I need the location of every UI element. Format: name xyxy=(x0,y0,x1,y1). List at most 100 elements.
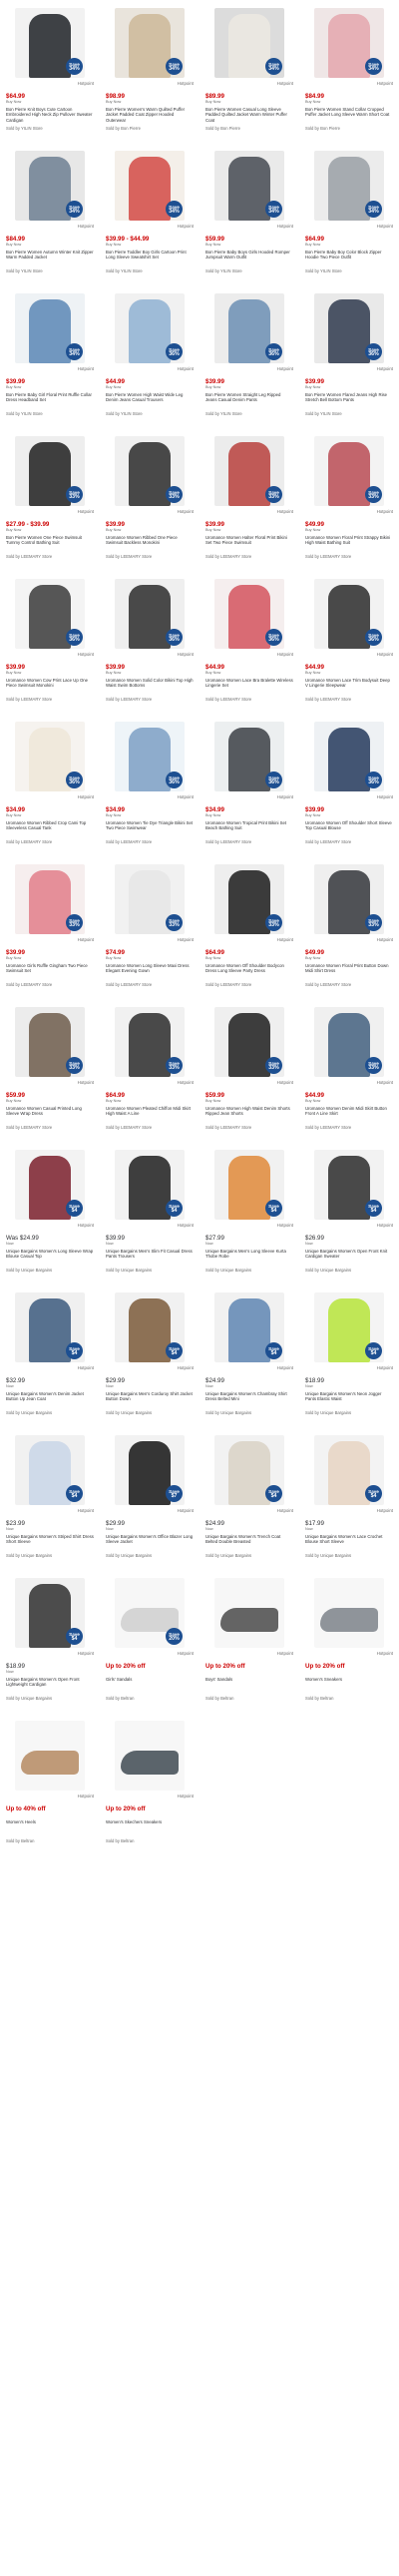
product-card[interactable]: Save 33% Hotpoint $49.99 Buy Now Uromance Wom… xyxy=(305,432,393,575)
product-card[interactable]: Save 33% Hotpoint $64.99 Buy Now Uromance Wom… xyxy=(205,860,293,1003)
product-card[interactable]: Save 33% Hotpoint $39.99 Buy Now Uromance Wom… xyxy=(106,432,194,575)
product-image[interactable]: Save $4 xyxy=(314,1292,384,1362)
product-title[interactable]: Girls' Sandals xyxy=(106,1677,194,1694)
product-title[interactable]: Unique Bargains Women's Open Front Knit … xyxy=(305,1249,393,1266)
product-image[interactable]: Save $4 xyxy=(15,1150,85,1220)
product-card[interactable]: Save 34% Hotpoint $98.99 Buy Now Bon Pierre W… xyxy=(106,4,194,147)
product-card[interactable]: Save 36% Hotpoint $44.99 Buy Now Bon Pierre W… xyxy=(106,289,194,432)
product-card[interactable]: Save 33% Hotpoint $27.99 - $39.99 Buy Now Bon… xyxy=(6,432,94,575)
product-image[interactable]: Save 34% xyxy=(15,8,85,78)
product-title[interactable]: Bon Pierre Women Stand Collar Cropped Pu… xyxy=(305,107,393,124)
product-image[interactable]: Save 34% xyxy=(214,8,284,78)
product-card[interactable]: Save 34% Hotpoint $84.99 Buy Now Bon Pierre W… xyxy=(6,147,94,289)
product-title[interactable]: Uromance Women Off Shoulder Short Sleeve… xyxy=(305,820,393,837)
product-card[interactable]: Save 33% Hotpoint $64.99 Buy Now Uromance Wom… xyxy=(106,1003,194,1146)
product-title[interactable]: Bon Pierre Knit Boys Cute Cartoon Embroi… xyxy=(6,107,94,124)
product-image[interactable]: Save $4 xyxy=(15,1578,85,1648)
product-image[interactable]: Save 36% xyxy=(15,722,85,791)
product-card[interactable]: Save 36% Hotpoint $39.99 Buy Now Uromance Wom… xyxy=(305,718,393,860)
product-card[interactable]: Save 33% Hotpoint $74.99 Buy Now Uromance Wom… xyxy=(106,860,194,1003)
product-title[interactable]: Uromance Women Floral Print Button Down … xyxy=(305,963,393,980)
product-image[interactable] xyxy=(214,1578,284,1648)
product-card[interactable]: Save 33% Hotpoint $39.99 Buy Now Uromance Wom… xyxy=(205,432,293,575)
product-card[interactable]: Save $4 Hotpoint $29.99 Now Unique Bargains M… xyxy=(106,1288,194,1431)
product-card[interactable]: Save $4 Hotpoint $26.99 Now Unique Bargains W… xyxy=(305,1146,393,1288)
product-title[interactable]: Uromance Women Lace Trim Bodysuit Deep V… xyxy=(305,678,393,695)
product-image[interactable]: Save 36% xyxy=(214,722,284,791)
product-image[interactable]: Save 36% xyxy=(214,579,284,649)
product-image[interactable]: Save 34% xyxy=(214,151,284,221)
product-card[interactable]: Save 34% Hotpoint $59.99 Buy Now Bon Pierre B… xyxy=(205,147,293,289)
product-image[interactable]: Save 34% xyxy=(115,151,185,221)
product-image[interactable]: Save 33% xyxy=(115,864,185,934)
product-image[interactable] xyxy=(314,1578,384,1648)
product-title[interactable]: Uromance Girls Ruffle Gingham Two Piece … xyxy=(6,963,94,980)
product-image[interactable]: Save $4 xyxy=(214,1292,284,1362)
product-image[interactable]: Save 34% xyxy=(115,8,185,78)
product-title[interactable]: Uromance Women Cow Print Lace Up One Pie… xyxy=(6,678,94,695)
product-image[interactable]: Save 36% xyxy=(115,722,185,791)
product-image[interactable]: Save 20% xyxy=(115,1578,185,1648)
product-title[interactable]: Bon Pierre Women Flared Jeans High Rise … xyxy=(305,392,393,409)
product-title[interactable]: Bon Pierre Toddler Boy Girls Cartoon Pri… xyxy=(106,250,194,266)
product-title[interactable]: Women's Heels xyxy=(6,1819,94,1836)
product-image[interactable]: Save $7 xyxy=(115,1435,185,1505)
product-image[interactable]: Save 33% xyxy=(214,436,284,506)
product-title[interactable]: Uromance Women Pleated Chiffon Midi Skir… xyxy=(106,1106,194,1123)
product-image[interactable]: Save 33% xyxy=(15,864,85,934)
product-image[interactable]: Save 36% xyxy=(314,293,384,363)
product-card[interactable]: Save 34% Hotpoint $64.99 Buy Now Bon Pierre B… xyxy=(305,147,393,289)
product-card[interactable]: Save 36% Hotpoint $44.99 Buy Now Uromance Wom… xyxy=(305,575,393,718)
product-card[interactable]: Save 36% Hotpoint $34.99 Buy Now Uromance Wom… xyxy=(106,718,194,860)
product-card[interactable]: Save 36% Hotpoint $34.99 Buy Now Uromance Wom… xyxy=(205,718,293,860)
product-card[interactable]: Save 34% Hotpoint $39.99 - $44.99 Buy Now Bon… xyxy=(106,147,194,289)
product-card[interactable]: Hotpoint Up to 40% off Women's Heels Sold b… xyxy=(6,1717,94,1859)
product-card[interactable]: Hotpoint Up to 20% off Women's Sneakers Sol… xyxy=(305,1574,393,1717)
product-image[interactable]: Save 33% xyxy=(15,1007,85,1077)
product-title[interactable]: Bon Pierre Women Straight Leg Ripped Jea… xyxy=(205,392,293,409)
product-card[interactable]: Hotpoint Up to 20% off Boys' Sandals Sold b… xyxy=(205,1574,293,1717)
product-title[interactable]: Uromance Women Long Sleeve Maxi Dress El… xyxy=(106,963,194,980)
product-image[interactable]: Save 36% xyxy=(214,293,284,363)
product-title[interactable]: Unique Bargains Women's Office Blazer Lo… xyxy=(106,1534,194,1551)
product-card[interactable]: Save 33% Hotpoint $59.99 Buy Now Uromance Wom… xyxy=(205,1003,293,1146)
product-image[interactable] xyxy=(115,1721,185,1791)
product-title[interactable]: Unique Bargains Women's Chambray Shirt D… xyxy=(205,1391,293,1408)
product-title[interactable]: Women's Skechers Sneakers xyxy=(106,1819,194,1836)
product-title[interactable]: Uromance Women Tie Dye Triangle Bikini S… xyxy=(106,820,194,837)
product-card[interactable]: Save $4 Hotpoint $27.99 Now Unique Bargains M… xyxy=(205,1146,293,1288)
product-title[interactable]: Boys' Sandals xyxy=(205,1677,293,1694)
product-card[interactable]: Save 36% Hotpoint $39.99 Buy Now Uromance Wom… xyxy=(106,575,194,718)
product-card[interactable]: Hotpoint Up to 20% off Women's Skechers Sn… xyxy=(106,1717,194,1859)
product-card[interactable]: Save 33% Hotpoint $44.99 Buy Now Uromance Wom… xyxy=(305,1003,393,1146)
product-image[interactable]: Save 36% xyxy=(314,579,384,649)
product-image[interactable]: Save 36% xyxy=(115,579,185,649)
product-title[interactable]: Bon Pierre Baby Boy Color Block Zipper H… xyxy=(305,250,393,266)
product-image[interactable]: Save $4 xyxy=(314,1435,384,1505)
product-card[interactable]: Save $4 Hotpoint $32.99 Now Unique Bargains W… xyxy=(6,1288,94,1431)
product-image[interactable]: Save 34% xyxy=(314,151,384,221)
product-card[interactable]: Save 33% Hotpoint $59.99 Buy Now Uromance Wom… xyxy=(6,1003,94,1146)
product-title[interactable]: Bon Pierre Baby Boys Girls Hooded Romper… xyxy=(205,250,293,266)
product-image[interactable]: Save 36% xyxy=(115,293,185,363)
product-title[interactable]: Bon Pierre Women Autumn Winter Knit Zipp… xyxy=(6,250,94,266)
product-image[interactable]: Save 36% xyxy=(15,579,85,649)
product-card[interactable]: Save 36% Hotpoint $34.99 Buy Now Uromance Wom… xyxy=(6,718,94,860)
product-image[interactable]: Save $4 xyxy=(214,1150,284,1220)
product-title[interactable]: Uromance Women Casual Printed Long Sleev… xyxy=(6,1106,94,1123)
product-title[interactable]: Bon Pierre Women's Warm Quilted Puffer J… xyxy=(106,107,194,124)
product-title[interactable]: Uromance Women Tropical Print Bikini Set… xyxy=(205,820,293,837)
product-image[interactable]: Save $4 xyxy=(15,1435,85,1505)
product-image[interactable]: Save 33% xyxy=(214,1007,284,1077)
product-card[interactable]: Save 36% Hotpoint $39.99 Buy Now Bon Pierre W… xyxy=(205,289,293,432)
product-image[interactable]: Save 33% xyxy=(115,436,185,506)
product-title[interactable]: Uromance Women High Waist Denim Shorts R… xyxy=(205,1106,293,1123)
product-title[interactable]: Unique Bargains Men's Slim Fit Casual Dr… xyxy=(106,1249,194,1266)
product-image[interactable]: Save 33% xyxy=(214,864,284,934)
product-title[interactable]: Uromance Women Floral Print Strappy Biki… xyxy=(305,535,393,552)
product-card[interactable]: Save $4 Hotpoint $39.99 Now Unique Bargains M… xyxy=(106,1146,194,1288)
product-title[interactable]: Uromance Women Denim Midi Skirt Button F… xyxy=(305,1106,393,1123)
product-card[interactable]: Save 33% Hotpoint $39.99 Buy Now Uromance Gir… xyxy=(6,860,94,1003)
product-title[interactable]: Bon Pierre Women Casual Long Sleeve Padd… xyxy=(205,107,293,124)
product-card[interactable]: Save 36% Hotpoint $39.99 Buy Now Bon Pierre W… xyxy=(305,289,393,432)
